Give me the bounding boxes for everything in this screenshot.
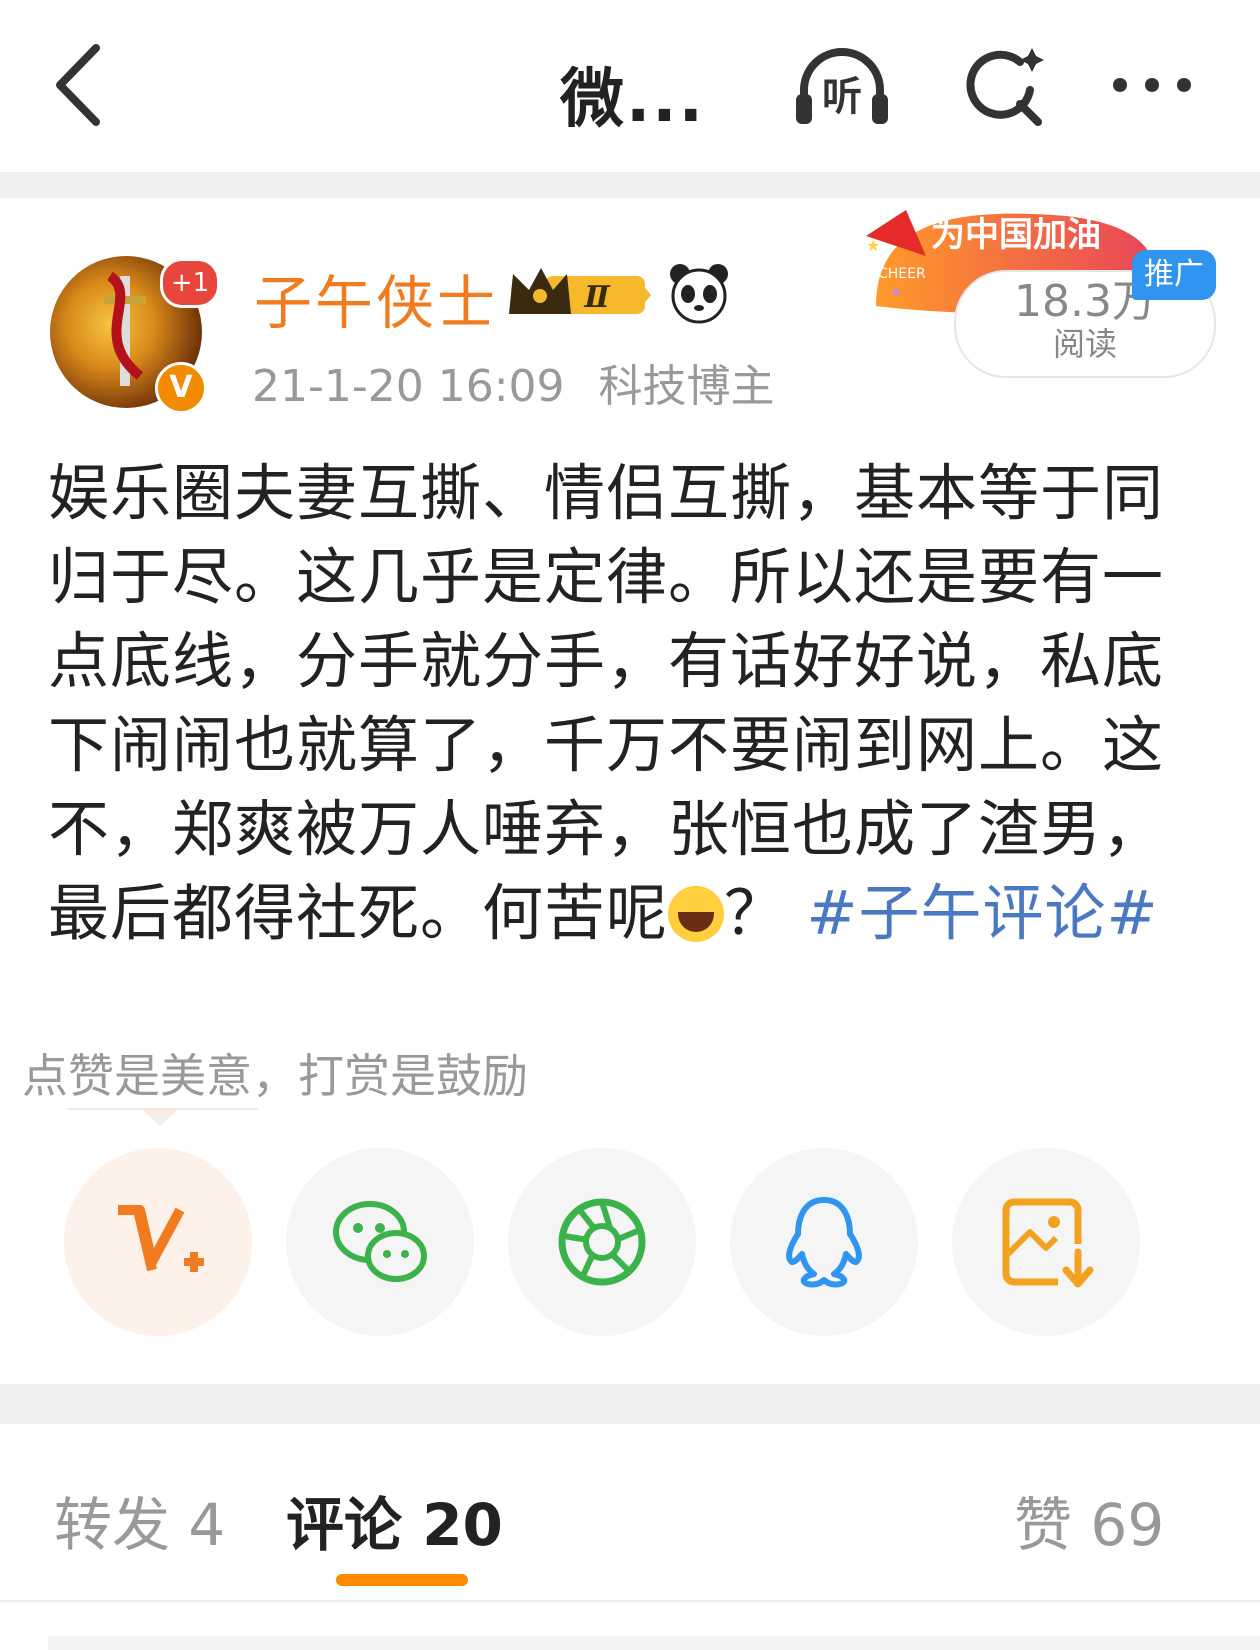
panda-icon	[668, 262, 730, 324]
v-plus-icon	[118, 1205, 204, 1272]
hashtag-link[interactable]: #子午评论#	[806, 878, 1158, 949]
hint-caret	[142, 1110, 178, 1126]
crown-level-badge: Ⅱ	[505, 262, 655, 324]
moments-icon	[558, 1198, 646, 1286]
active-tab-indicator	[336, 1574, 468, 1586]
post-timestamp: 21-1-20 16:09	[252, 361, 565, 412]
promo-banner-sub: CHEER	[878, 266, 926, 282]
save-image-icon	[1002, 1198, 1094, 1288]
headphones-icon: 听	[796, 48, 888, 124]
divider	[0, 1600, 1260, 1602]
share-qq-button[interactable]	[730, 1148, 918, 1336]
post-text: 娱乐圈夫妻互撕、情侣互撕，基本等于同归于尽。这几乎是定律。所以还是要有一点底线，…	[48, 458, 1165, 949]
verified-badge: V	[155, 362, 207, 414]
read-label: 阅读	[1052, 325, 1117, 363]
level-label: Ⅱ	[583, 280, 611, 315]
divider	[0, 172, 1260, 198]
svg-text:★: ★	[866, 236, 880, 255]
wechat-icon	[333, 1201, 427, 1282]
tab-comments[interactable]: 评论 20	[286, 1478, 503, 1562]
share-v-plus-button[interactable]	[64, 1148, 252, 1336]
qq-icon	[786, 1197, 862, 1288]
post-text-end: ？	[724, 878, 787, 949]
reward-hint: 点赞是美意，打赏是鼓励	[22, 1049, 528, 1103]
avatar-notification-badge: +1	[160, 258, 220, 308]
author-category: 科技博主	[598, 361, 775, 412]
search-icon[interactable]	[958, 42, 1048, 132]
more-options-icon[interactable]	[1108, 60, 1198, 110]
comment-list-top	[48, 1636, 1260, 1650]
tab-repost[interactable]: 转发 4	[54, 1478, 225, 1562]
promo-tag: 推广	[1132, 250, 1216, 300]
back-arrow-icon[interactable]	[48, 40, 108, 130]
laugh-cry-emoji-icon	[668, 886, 725, 942]
tab-likes[interactable]: 赞 69	[1014, 1478, 1164, 1562]
post-body: 娱乐圈夫妻互撕、情侣互撕，基本等于同归于尽。这几乎是定律。所以还是要有一点底线，…	[48, 452, 1218, 956]
listen-button[interactable]: 听	[790, 42, 894, 132]
share-save-image-button[interactable]	[952, 1148, 1140, 1336]
listen-label: 听	[822, 74, 862, 120]
share-wechat-button[interactable]	[286, 1148, 474, 1336]
divider	[0, 1384, 1260, 1424]
share-moments-button[interactable]	[508, 1148, 696, 1336]
page-title: 微...	[560, 63, 705, 137]
author-name[interactable]: 子午侠士	[254, 256, 498, 340]
post-meta: 21-1-20 16:09 科技博主	[252, 350, 809, 414]
promo-banner-text: 为中国加油	[931, 215, 1101, 255]
